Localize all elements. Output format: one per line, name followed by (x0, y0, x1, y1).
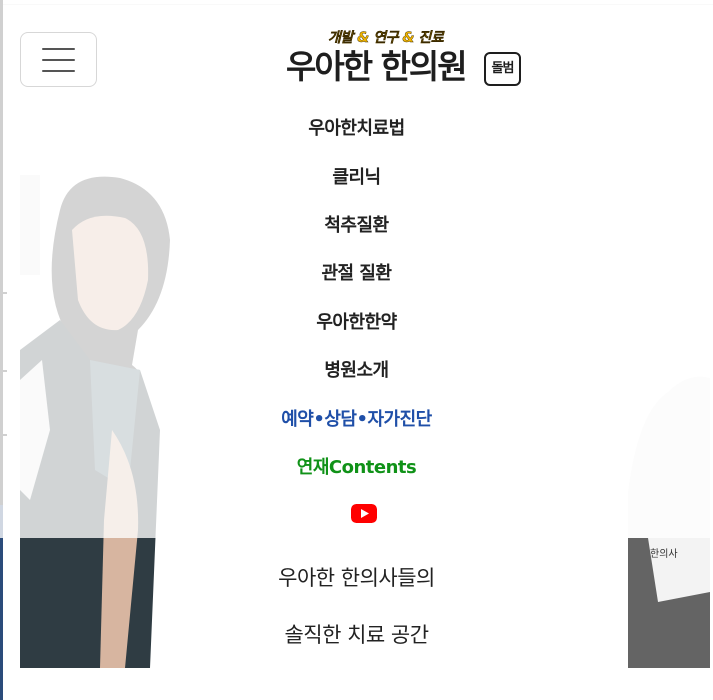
youtube-icon[interactable] (351, 504, 377, 523)
hamburger-menu-button[interactable] (20, 32, 97, 87)
hero-tagline-line1: 우아한 한의사들의 (278, 566, 435, 590)
nav-item-about[interactable]: 병원소개 (0, 356, 713, 382)
nav-item-treatment[interactable]: 우아한치료법 (0, 114, 713, 140)
nav-item-clinic[interactable]: 클리닉 (0, 163, 713, 189)
site-logo[interactable]: 개발 & 연구 & 진료 우아한 한의원 돌범 (286, 24, 526, 90)
nav-item-contents[interactable]: 연재Contents (0, 453, 713, 479)
hamburger-line (42, 69, 75, 72)
nav-item-reservation[interactable]: 예약•상담•자가진단 (0, 405, 713, 431)
nav-item-joint[interactable]: 관절 질환 (0, 259, 713, 285)
nav-item-spine[interactable]: 척추질환 (0, 211, 713, 237)
logo-name: 우아한 한의원 (286, 47, 468, 86)
nav-item-herbal[interactable]: 우아한한약 (0, 308, 713, 334)
hero-tagline-line2: 솔직한 치료 공간 (284, 623, 429, 647)
hamburger-line (42, 58, 75, 61)
logo-badge: 돌범 (484, 52, 521, 86)
hamburger-line (42, 47, 75, 50)
svg-text:한의사: 한의사 (650, 548, 678, 560)
